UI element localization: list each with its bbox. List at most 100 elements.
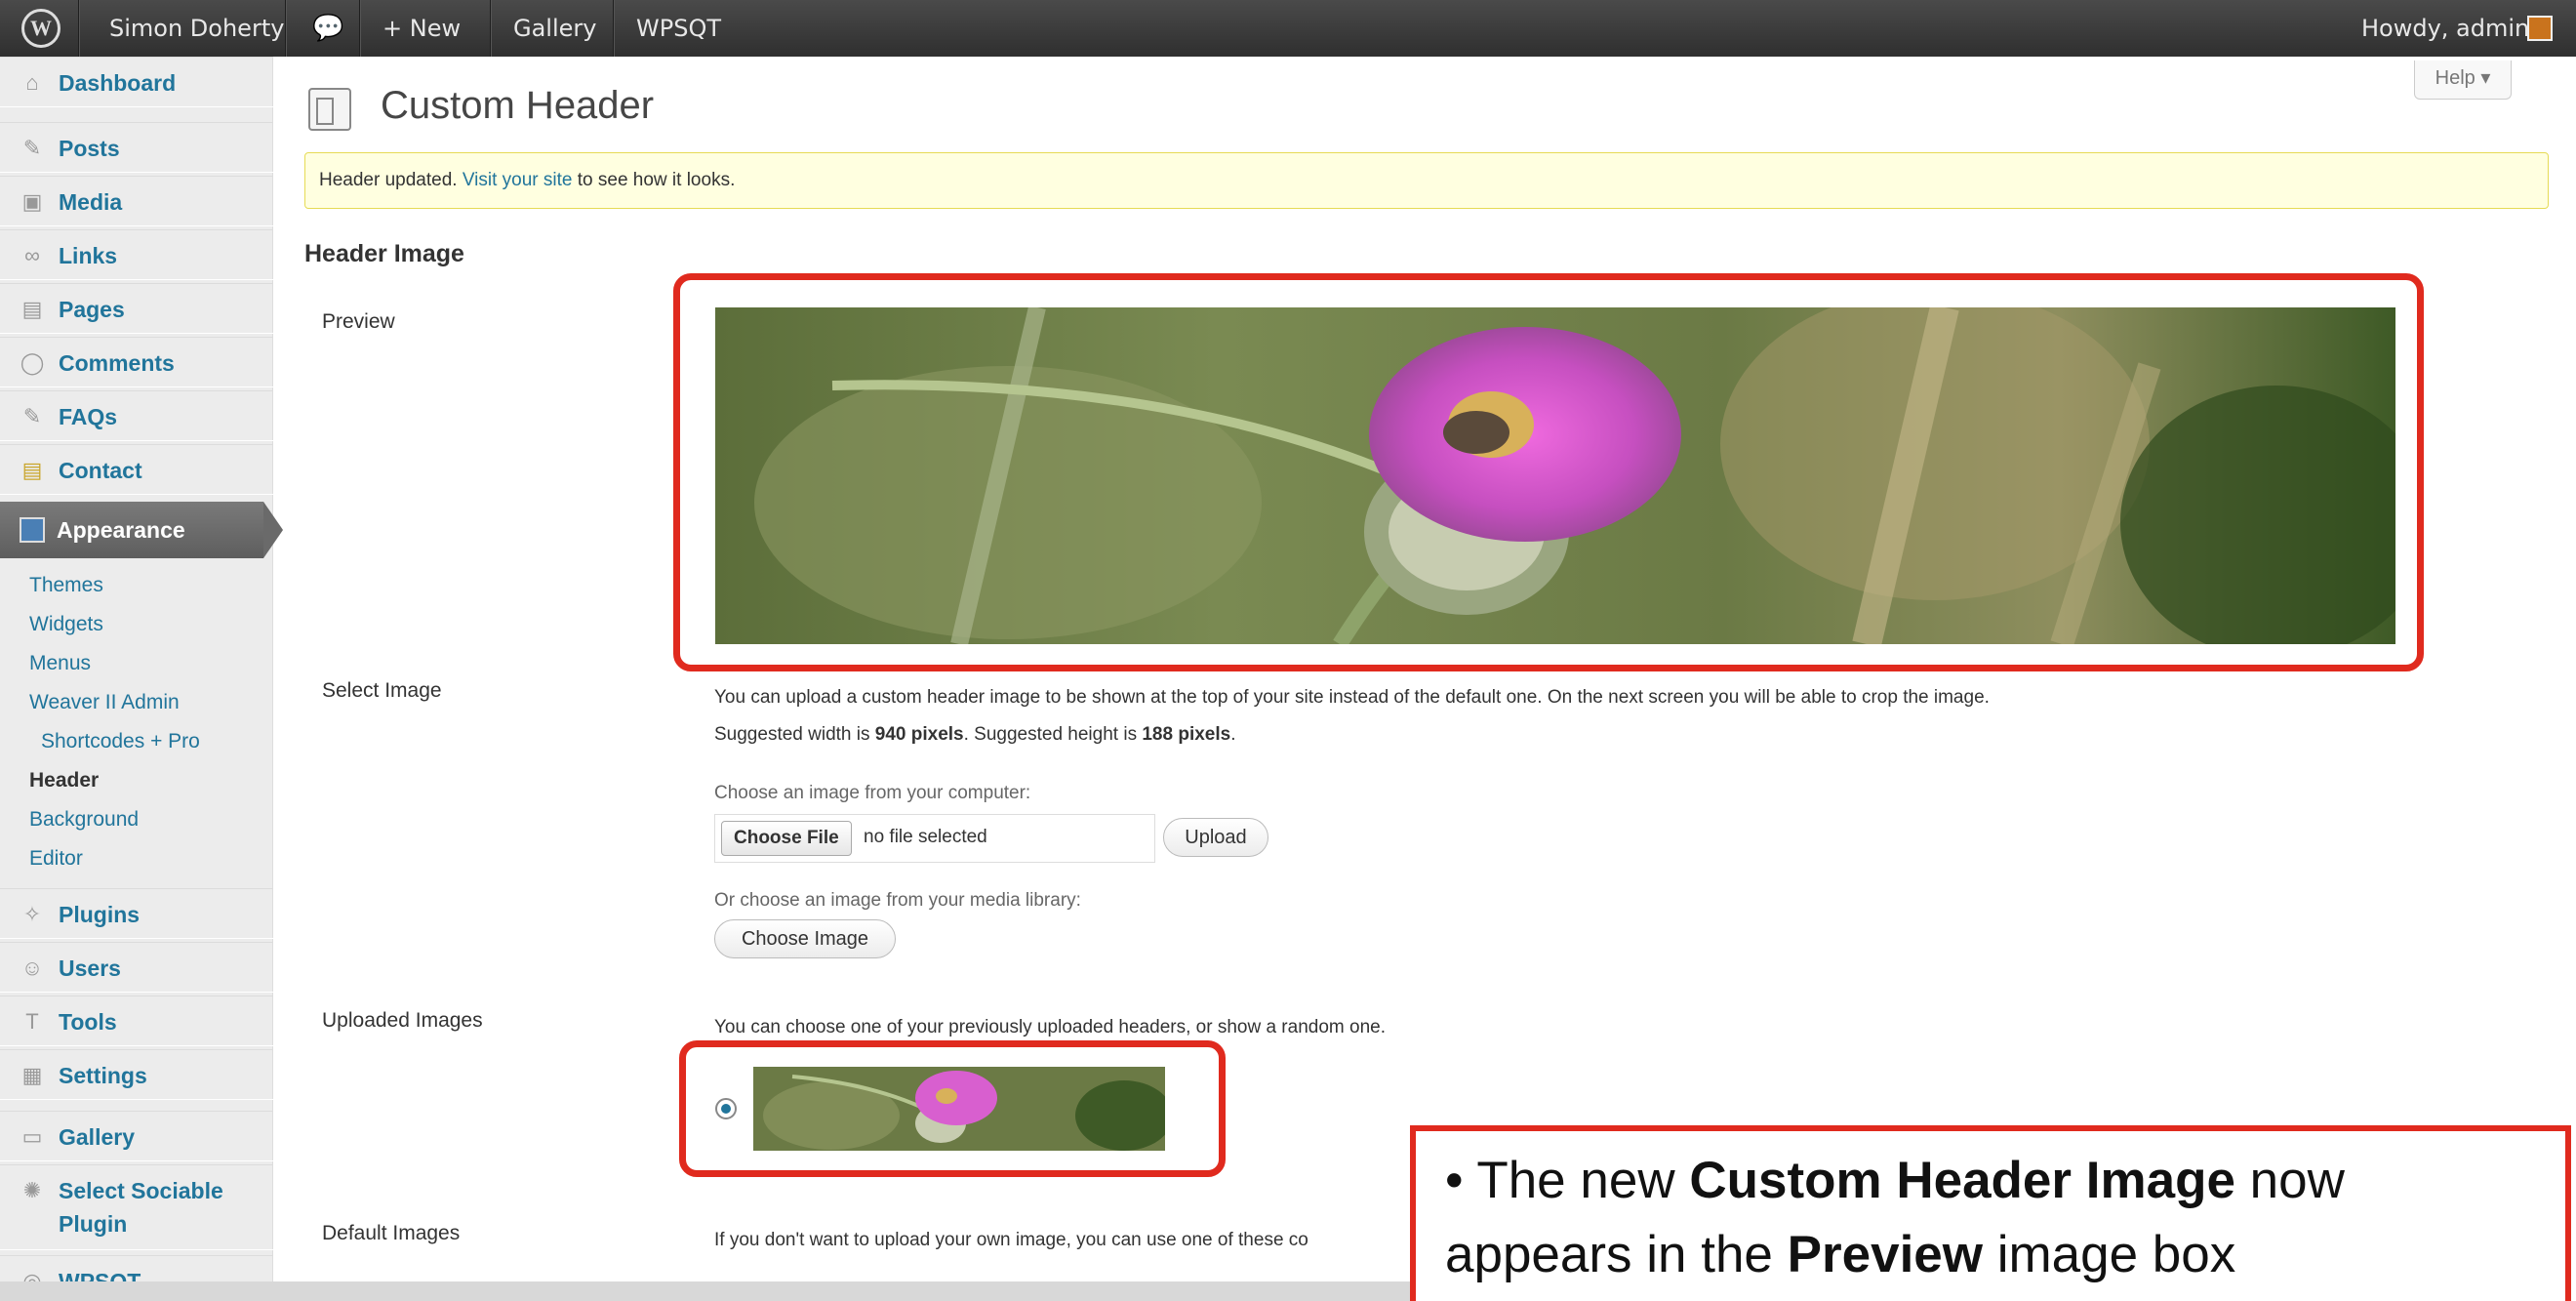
plug-icon: ✧ — [22, 902, 42, 926]
default-images-help: If you don't want to upload your own ima… — [714, 1230, 1308, 1250]
help-button[interactable]: Help ▾ — [2414, 61, 2512, 100]
bottom-scroll-region — [0, 1281, 1410, 1301]
callout-bold: Custom Header Image — [1689, 1152, 2235, 1209]
uploaded-images-label: Uploaded Images — [322, 1009, 483, 1032]
howdy-user-link[interactable]: Howdy, admin — [2361, 0, 2529, 57]
sidebar-item-label: Appearance — [57, 517, 185, 543]
select-image-label: Select Image — [322, 679, 442, 702]
link-icon: ∞ — [24, 243, 40, 267]
sidebar-item-label: Plugin — [59, 1211, 128, 1237]
comments-bubble-icon[interactable]: 💬 — [312, 0, 343, 57]
site-name-link[interactable]: Simon Doherty — [109, 0, 284, 57]
tools-icon: T — [25, 1009, 39, 1034]
callout-line-1: • The new Custom Header Image now — [1445, 1151, 2345, 1210]
submenu-background[interactable]: Background — [29, 808, 139, 832]
callout-text: image box — [1983, 1226, 2236, 1283]
wordpress-logo-icon[interactable]: W — [21, 9, 60, 48]
sidebar-item-users[interactable]: ☺ Users — [0, 942, 273, 993]
sidebar-item-settings[interactable]: ▦ Settings — [0, 1049, 273, 1100]
gallery-link[interactable]: Gallery — [513, 0, 596, 57]
select-image-help: You can upload a custom header image to … — [714, 687, 1990, 708]
callout-text: appears in the — [1445, 1226, 1788, 1283]
sidebar-item-label: Pages — [59, 297, 125, 322]
preview-highlight-box — [673, 273, 2424, 671]
comment-icon: ◯ — [20, 350, 45, 375]
preview-label: Preview — [322, 310, 395, 333]
suggested-text: . Suggested height is — [963, 724, 1143, 745]
sidebar-item-label: Gallery — [59, 1124, 135, 1150]
sidebar-item-label: Posts — [59, 136, 120, 161]
update-notice: Header updated. Visit your site to see h… — [304, 152, 2549, 209]
sidebar-item-media[interactable]: ▣ Media — [0, 176, 273, 226]
callout-line-2: appears in the Preview image box — [1445, 1225, 2235, 1284]
submenu-widgets[interactable]: Widgets — [29, 613, 103, 636]
sidebar-item-appearance[interactable]: Appearance — [0, 502, 285, 558]
sidebar-item-gallery[interactable]: ▭ Gallery — [0, 1111, 273, 1161]
avatar[interactable] — [2527, 16, 2553, 41]
callout-text: now — [2234, 1152, 2345, 1209]
sidebar-item-dashboard[interactable]: ⌂ Dashboard — [0, 57, 273, 107]
admin-bar: W Simon Doherty 💬 + New Gallery WPSQT Ho… — [0, 0, 2576, 57]
suggested-height: 188 pixels — [1142, 724, 1231, 745]
sidebar-item-label: Contact — [59, 458, 142, 483]
sidebar-item-label: FAQs — [59, 404, 118, 429]
file-input[interactable]: Choose File no file selected — [714, 814, 1155, 863]
no-file-text: no file selected — [864, 827, 987, 847]
uploaded-images-help: You can choose one of your previously up… — [714, 1017, 1386, 1037]
appearance-icon — [20, 517, 45, 543]
sidebar-item-label: Settings — [59, 1063, 147, 1088]
page-icon: ▤ — [21, 297, 43, 321]
upload-button[interactable]: Upload — [1163, 818, 1268, 857]
suggested-text: Suggested width is — [714, 724, 875, 745]
section-title: Header Image — [304, 240, 464, 267]
media-icon: ▣ — [21, 189, 43, 214]
annotation-callout: • The new Custom Header Image now appear… — [1410, 1125, 2571, 1301]
sidebar-item-select-sociable[interactable]: ✺ Select Sociable Plugin — [0, 1164, 273, 1250]
notice-text: to see how it looks. — [572, 170, 736, 190]
submenu-weaver-admin[interactable]: Weaver II Admin — [29, 691, 180, 714]
divider — [613, 0, 615, 57]
settings-icon: ▦ — [21, 1063, 43, 1087]
sidebar-item-label: Select Sociable — [59, 1178, 223, 1203]
pin-icon: ✎ — [22, 136, 42, 160]
submenu-menus[interactable]: Menus — [29, 652, 91, 675]
sidebar-item-links[interactable]: ∞ Links — [0, 229, 273, 280]
default-images-label: Default Images — [322, 1222, 461, 1244]
submenu-editor[interactable]: Editor — [29, 847, 83, 871]
page-title: Custom Header — [381, 84, 655, 127]
divider — [359, 0, 361, 57]
new-content-link[interactable]: + New — [382, 0, 461, 57]
appearance-page-icon — [308, 88, 351, 131]
sociable-icon: ✺ — [22, 1178, 42, 1202]
choose-computer-label: Choose an image from your computer: — [714, 783, 1031, 803]
submenu-themes[interactable]: Themes — [29, 574, 103, 597]
sidebar-item-label: Plugins — [59, 902, 141, 927]
divider — [78, 0, 80, 57]
appearance-arrow — [263, 502, 283, 558]
choose-file-button[interactable]: Choose File — [721, 821, 852, 856]
choose-image-button[interactable]: Choose Image — [714, 919, 896, 958]
house-icon: ⌂ — [25, 70, 39, 95]
sidebar-item-contact[interactable]: ▤ Contact — [0, 444, 273, 495]
sidebar-item-tools[interactable]: T Tools — [0, 996, 273, 1046]
wpsqt-link[interactable]: WPSQT — [636, 0, 721, 57]
visit-site-link[interactable]: Visit your site — [463, 170, 573, 190]
contact-icon: ▤ — [21, 458, 43, 482]
notice-text: Header updated. — [319, 170, 463, 190]
sidebar-item-label: Links — [59, 243, 118, 268]
sidebar-item-pages[interactable]: ▤ Pages — [0, 283, 273, 334]
sidebar-item-comments[interactable]: ◯ Comments — [0, 337, 273, 387]
admin-sidebar: ⌂ Dashboard ✎ Posts ▣ Media ∞ Links ▤ Pages ◯… — [0, 57, 283, 1301]
sidebar-item-plugins[interactable]: ✧ Plugins — [0, 888, 273, 939]
sidebar-item-label: Comments — [59, 350, 175, 376]
submenu-header[interactable]: Header — [29, 769, 99, 793]
divider — [285, 0, 287, 57]
sidebar-item-faqs[interactable]: ✎ FAQs — [0, 390, 273, 441]
sidebar-item-label: Users — [59, 955, 121, 981]
callout-text: • The new — [1445, 1152, 1690, 1209]
pin-icon: ✎ — [22, 404, 42, 428]
sidebar-item-posts[interactable]: ✎ Posts — [0, 122, 273, 173]
choose-library-label: Or choose an image from your media libra… — [714, 890, 1081, 911]
submenu-shortcodes[interactable]: Shortcodes + Pro — [41, 730, 200, 753]
sidebar-item-label: Tools — [59, 1009, 117, 1035]
